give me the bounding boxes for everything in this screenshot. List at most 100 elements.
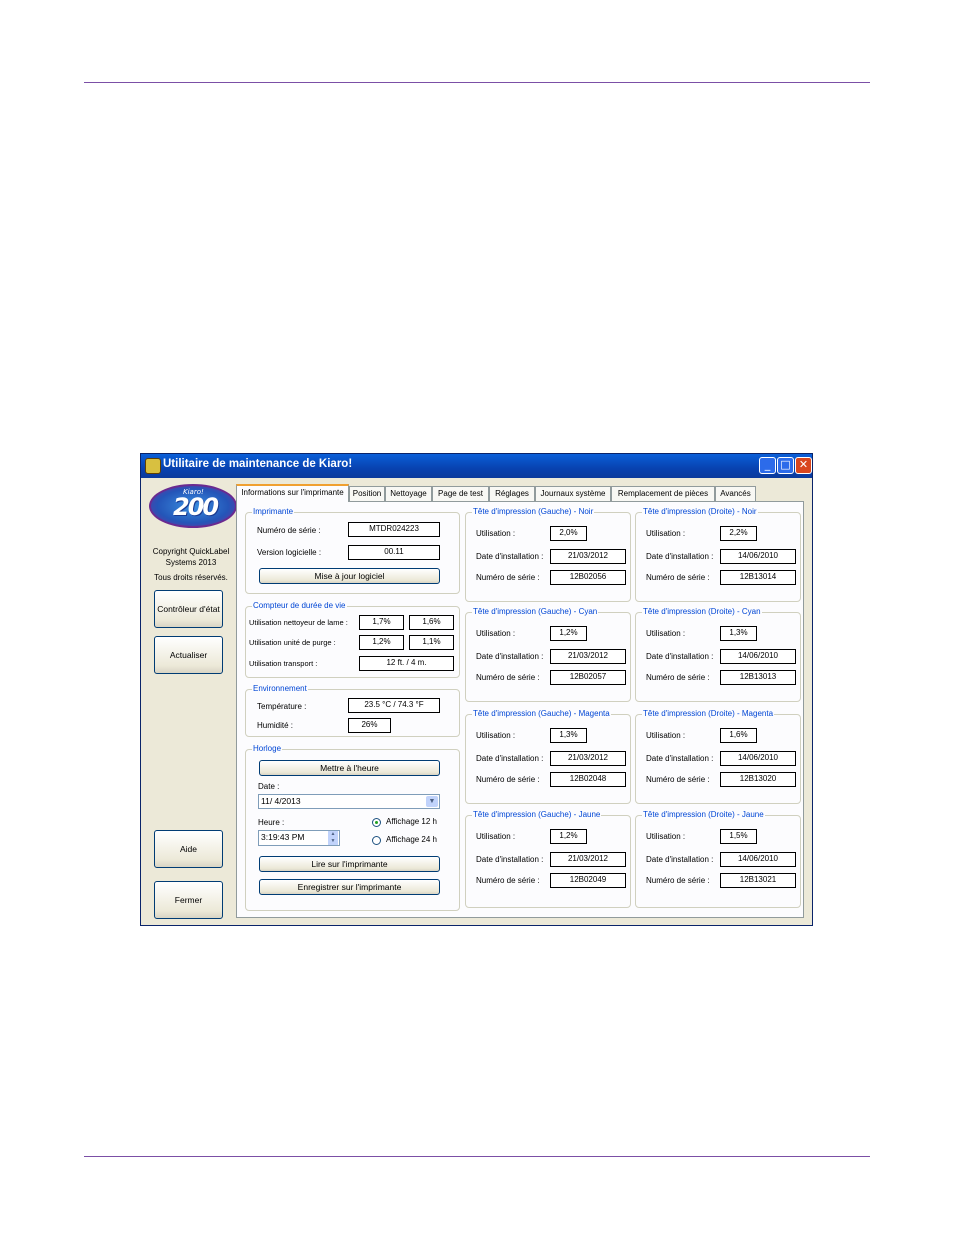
util-value: 2,2% [720,526,757,541]
printhead-left-group: Tête d'impression (Gauche) - Cyan Utilisa… [465,607,631,702]
tab-printer-info[interactable]: Informations sur l'imprimante [236,484,349,502]
refresh-button[interactable]: Actualiser [154,636,223,674]
install-date-value: 14/06/2010 [720,751,796,766]
util-label: Utilisation : [646,832,686,841]
serial-number-value: 12B02056 [550,570,626,585]
humidity-label: Humidité : [257,721,294,730]
printhead-left-group: Tête d'impression (Gauche) - Magenta Util… [465,709,631,804]
time-picker[interactable]: 3:19:43 PM ▲ ▼ [258,830,340,846]
temperature-value: 23.5 °C / 74.3 °F [348,698,440,713]
transport-value: 12 ft. / 4 m. [359,656,454,671]
install-date-value: 21/03/2012 [550,649,626,664]
tab-system-logs[interactable]: Journaux système [535,486,611,501]
printhead-title: Tête d'impression (Droite) - Cyan [642,607,762,616]
printhead-left-group: Tête d'impression (Gauche) - Noir Utilisa… [465,507,631,602]
save-to-printer-button[interactable]: Enregistrer sur l'imprimante [259,879,440,895]
time-label: Heure : [258,818,285,827]
blade-cleaner-value-1: 1,7% [359,615,404,630]
counter-group-title: Compteur de durée de vie [252,601,347,610]
minimize-icon[interactable]: _ [759,457,776,474]
serial-number-label: Numéro de série : [476,573,540,582]
serial-number-label: Numéro de série : [476,673,540,682]
serial-number-label: Numéro de série : [646,673,710,682]
install-date-label: Date d'installation : [646,754,714,763]
firmware-update-button[interactable]: Mise à jour logiciel [259,568,440,584]
read-from-printer-button[interactable]: Lire sur l'imprimante [259,856,440,872]
serial-number-value: 12B13014 [720,570,796,585]
serial-number-label: Numéro de série : [476,775,540,784]
install-date-label: Date d'installation : [476,552,544,561]
serial-number-label: Numéro de série : [646,775,710,784]
printhead-title: Tête d'impression (Droite) - Magenta [642,709,775,718]
util-value: 2,0% [550,526,587,541]
install-date-label: Date d'installation : [646,652,714,661]
help-button[interactable]: Aide [154,830,223,868]
version-label: Version logicielle : [257,548,322,557]
serial-number-value: 12B13020 [720,772,796,787]
purge-unit-value-2: 1,1% [409,635,454,650]
util-label: Utilisation : [476,832,516,841]
spin-updown-icon[interactable]: ▲ ▼ [328,831,338,845]
printer-group-title: Imprimante [252,507,295,516]
serial-number-value: 12B02049 [550,873,626,888]
install-date-value: 21/03/2012 [550,852,626,867]
tab-settings[interactable]: Réglages [489,486,535,501]
serial-number-value: 12B13013 [720,670,796,685]
util-value: 1,2% [550,626,587,641]
printhead-title: Tête d'impression (Droite) - Jaune [642,810,765,819]
date-value: 11/ 4/2013 [261,796,301,806]
radio-24h[interactable] [372,836,381,845]
serial-number-label: Numéro de série : [646,573,710,582]
chevron-down-icon[interactable]: ▼ [426,796,438,807]
clock-group: Horloge Mettre à l'heure Date : 11/ 4/20… [245,744,460,911]
radio-24h-label[interactable]: Affichage 24 h [386,835,437,844]
radio-12h-label[interactable]: Affichage 12 h [386,817,437,826]
serial-number-value: 12B13021 [720,873,796,888]
status-monitor-button[interactable]: Contrôleur d'état [154,590,223,628]
install-date-value: 14/06/2010 [720,649,796,664]
set-time-button[interactable]: Mettre à l'heure [259,760,440,776]
printhead-title: Tête d'impression (Gauche) - Cyan [472,607,599,616]
install-date-value: 14/06/2010 [720,549,796,564]
install-date-label: Date d'installation : [476,754,544,763]
tab-test-page[interactable]: Page de test [432,486,489,501]
version-field: 00.11 [348,545,440,560]
util-value: 1,5% [720,829,757,844]
util-value: 1,2% [550,829,587,844]
printhead-title: Tête d'impression (Droite) - Noir [642,507,758,516]
printer-info-panel: Imprimante Numéro de série : MTDR024223 … [236,501,804,918]
util-value: 1,3% [720,626,757,641]
tab-cleaning[interactable]: Nettoyage [385,486,432,501]
close-icon[interactable]: ✕ [795,457,812,474]
serial-label: Numéro de série : [257,526,321,535]
printhead-left-group: Tête d'impression (Gauche) - Jaune Utilis… [465,810,631,908]
environment-group-title: Environnement [252,684,308,693]
blade-cleaner-label: Utilisation nettoyeur de lame : [249,618,348,627]
printer-group: Imprimante Numéro de série : MTDR024223 … [245,507,460,594]
util-label: Utilisation : [476,629,516,638]
window-title: Utilitaire de maintenance de Kiaro! [163,458,353,470]
tab-position[interactable]: Position [349,486,385,501]
printhead-title: Tête d'impression (Gauche) - Magenta [472,709,611,718]
printhead-right-group: Tête d'impression (Droite) - Jaune Utilis… [635,810,801,908]
clock-group-title: Horloge [252,744,283,753]
radio-12h[interactable] [372,818,381,827]
serial-number-value: 12B02048 [550,772,626,787]
util-label: Utilisation : [476,529,516,538]
printhead-title: Tête d'impression (Gauche) - Jaune [472,810,602,819]
tab-parts-replacement[interactable]: Remplacement de pièces [611,486,715,501]
rights-text: Tous droits réservés. [154,573,228,582]
util-label: Utilisation : [646,629,686,638]
temperature-label: Température : [257,702,307,711]
humidity-value: 26% [348,718,391,733]
printhead-right-group: Tête d'impression (Droite) - Noir Utilisa… [635,507,801,602]
lifetime-counter-group: Compteur de durée de vie Utilisation net… [245,601,460,678]
page-footer-rule [84,1156,870,1157]
maximize-icon[interactable]: □ [777,457,794,474]
tab-advanced[interactable]: Avancés [715,486,756,501]
date-picker[interactable]: 11/ 4/2013 ▼ [258,794,440,809]
title-bar[interactable]: Utilitaire de maintenance de Kiaro! _ □ … [141,454,812,478]
install-date-label: Date d'installation : [476,855,544,864]
close-button[interactable]: Fermer [154,881,223,919]
install-date-value: 14/06/2010 [720,852,796,867]
